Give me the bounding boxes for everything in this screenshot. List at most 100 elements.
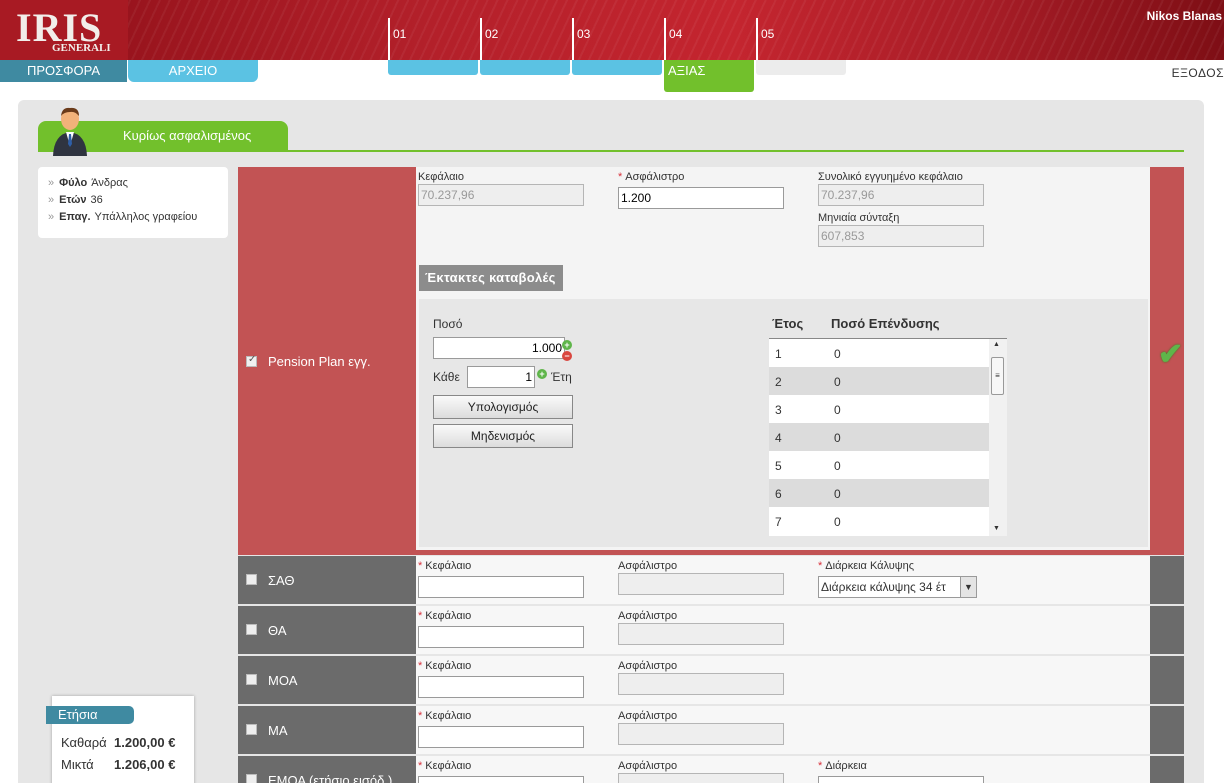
coverage-name: ΣΑΘ	[268, 573, 295, 588]
step-03[interactable]: 03	[572, 18, 662, 75]
premium-label-text: Ασφάλιστρο	[625, 171, 685, 183]
bullet-arrow-icon: »	[48, 194, 55, 206]
coverage-name: Pension Plan εγγ.	[268, 354, 371, 369]
table-body: 10 20 30 40 50 60 70	[769, 339, 989, 536]
step-number: 02	[485, 27, 499, 41]
age-row: » Ετών 36	[48, 194, 228, 211]
step-02[interactable]: 02	[480, 18, 570, 75]
capital-field[interactable]	[418, 726, 584, 748]
capital-field[interactable]	[418, 676, 584, 698]
coverage-checkbox[interactable]	[246, 724, 257, 735]
coverage-row-header: ΕΜΟΑ (ετήσιο εισόδ.)	[238, 756, 416, 783]
capital-field[interactable]	[418, 626, 584, 648]
duration-select[interactable]	[818, 776, 984, 783]
extra-payments-title: Έκτακτες καταβολές	[419, 265, 563, 291]
premium-field[interactable]	[618, 187, 784, 209]
table-scrollbar[interactable]: ▲ ≡ ▼	[989, 339, 1007, 536]
scroll-down-icon[interactable]: ▼	[993, 525, 1000, 532]
capital-field[interactable]	[418, 576, 584, 598]
coverage-row-action	[1150, 556, 1184, 604]
duration-select[interactable]: Διάρκεια κάλυψης 34 έτ ▼	[818, 576, 977, 598]
pension-plan-checkbox[interactable]	[246, 354, 257, 367]
guaranteed-capital-field	[818, 184, 984, 206]
step-01[interactable]: 01	[388, 18, 478, 75]
col-amount: Ποσό Επένδυσης	[831, 316, 940, 331]
coverage-row-moa: ΜΟΑ * Κεφάλαιο Ασφάλιστρο	[238, 656, 1184, 704]
summary-period-tab[interactable]: Ετήσια	[46, 706, 134, 724]
gender-value: Άνδρας	[91, 177, 128, 189]
year-cell: 6	[775, 487, 782, 501]
bullet-arrow-icon: »	[48, 211, 55, 223]
logout-link[interactable]: ΕΞΟΔΟΣ	[1172, 66, 1224, 80]
calculate-button[interactable]: Υπολογισμός	[433, 395, 573, 419]
year-cell: 5	[775, 459, 782, 473]
tab-archive[interactable]: ΑΡΧΕΙΟ	[128, 60, 258, 82]
capital-label: * Κεφάλαιο	[418, 610, 471, 622]
capital-label: * Κεφάλαιο	[418, 660, 471, 672]
step-bar	[756, 60, 846, 75]
confirm-check-icon[interactable]: ✔	[1158, 337, 1183, 372]
scroll-up-icon[interactable]: ▲	[993, 341, 1000, 348]
reset-button[interactable]: Μηδενισμός	[433, 424, 573, 448]
table-row: 60	[769, 479, 989, 507]
amount-cell: 0	[834, 347, 841, 361]
amount-increase-icon[interactable]: +	[562, 340, 572, 350]
step-05[interactable]: 05	[756, 18, 846, 75]
step-04[interactable]: 04 ΑΞΙΑΣ	[664, 18, 754, 92]
premium-label: * Ασφάλιστρο	[618, 171, 684, 183]
extra-payments-panel: Ποσό + − Κάθε + Έτη Υπολογισμός Μηδενισμ…	[419, 299, 1148, 547]
every-years-field[interactable]	[467, 366, 535, 388]
coverage-row-ma: ΜΑ * Κεφάλαιο Ασφάλιστρο	[238, 706, 1184, 754]
coverage-row-action	[1150, 656, 1184, 704]
amount-field[interactable]	[433, 337, 565, 359]
year-cell: 1	[775, 347, 782, 361]
duration-label: * Διάρκεια Κάλυψης	[818, 560, 914, 572]
coverage-name: ΜΑ	[268, 723, 288, 738]
coverage-row-action[interactable]: ✔	[1150, 167, 1184, 550]
amount-decrease-icon[interactable]: −	[562, 351, 572, 361]
iris-generali-logo[interactable]: IRIS GENERALI	[0, 0, 128, 60]
monthly-pension-label: Μηνιαία σύνταξη	[818, 212, 900, 224]
guaranteed-capital-label: Συνολικό εγγυημένο κεφάλαιο	[818, 171, 963, 183]
required-star-icon: *	[418, 660, 423, 672]
chevron-down-icon[interactable]: ▼	[960, 577, 976, 597]
table-row: 40	[769, 423, 989, 451]
coverage-checkbox[interactable]	[246, 774, 257, 783]
step-divider	[480, 18, 482, 60]
step-bar	[480, 60, 570, 75]
coverage-fields: * Κεφάλαιο Ασφάλιστρο	[416, 656, 1150, 704]
gross-value: 1.206,00 €	[114, 757, 176, 772]
coverage-row-action	[1150, 756, 1184, 783]
coverage-checkbox[interactable]	[246, 624, 257, 635]
years-increase-icon[interactable]: +	[537, 369, 547, 379]
capital-label: * Κεφάλαιο	[418, 560, 471, 572]
amount-cell: 0	[834, 459, 841, 473]
premium-field	[618, 723, 784, 745]
tab-offer[interactable]: ΠΡΟΣΦΟΡΑ	[0, 60, 127, 82]
capital-field[interactable]	[418, 776, 584, 783]
age-value: 36	[90, 194, 103, 206]
coverage-row-header: Pension Plan εγγ.	[238, 167, 416, 550]
coverage-checkbox[interactable]	[246, 574, 257, 585]
step-number: 01	[393, 27, 407, 41]
step-divider	[756, 18, 758, 60]
gross-label: Μικτά	[61, 757, 94, 772]
step-divider	[572, 18, 574, 60]
capital-label-text: Κεφάλαιο	[425, 560, 472, 572]
net-value: 1.200,00 €	[114, 735, 176, 750]
capital-label-text: Κεφάλαιο	[425, 610, 472, 622]
bullet-arrow-icon: »	[48, 177, 55, 189]
coverage-checkbox[interactable]	[246, 674, 257, 685]
scroll-thumb[interactable]: ≡	[991, 357, 1004, 395]
gross-row: Μικτά 1.206,00 €	[61, 757, 175, 772]
age-label: Ετών	[59, 194, 87, 206]
duration-label: * Διάρκεια	[818, 760, 867, 772]
amount-cell: 0	[834, 487, 841, 501]
coverage-row-emoa: ΕΜΟΑ (ετήσιο εισόδ.) * Κεφάλαιο Ασφάλιστρ…	[238, 756, 1184, 783]
col-year: Έτος	[772, 316, 804, 331]
capital-label-text: Κεφάλαιο	[425, 760, 472, 772]
premium-field	[618, 673, 784, 695]
gender-label: Φύλο	[59, 177, 88, 189]
duration-selected: Διάρκεια κάλυψης 34 έτ	[821, 580, 946, 594]
occupation-label: Επαγ.	[59, 211, 91, 223]
